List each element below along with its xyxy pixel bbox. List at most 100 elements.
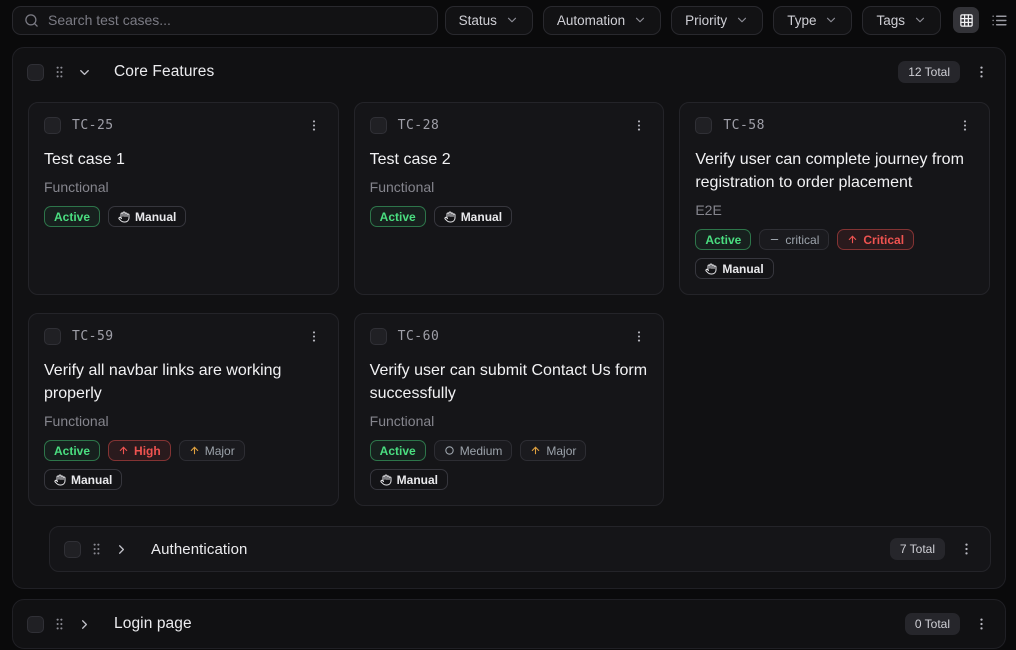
test-case-title: Verify user can complete journey from re… <box>695 148 974 194</box>
card-checkbox[interactable] <box>370 117 387 134</box>
section-menu-button[interactable] <box>972 62 991 82</box>
test-case-id: TC-25 <box>72 118 114 133</box>
total-count-badge: 7 Total <box>890 538 945 560</box>
automation-badge: Manual <box>695 258 773 279</box>
card-checkbox[interactable] <box>370 328 387 345</box>
expand-chevron-right-icon[interactable] <box>112 540 131 559</box>
section-core-features: Core Features 12 Total TC-25 Test case 1 <box>12 47 1006 589</box>
test-case-card[interactable]: TC-25 Test case 1 Functional Active <box>28 102 339 295</box>
severity-badge: Major <box>520 440 586 461</box>
status-badge: Active <box>370 440 426 461</box>
test-case-id: TC-58 <box>723 118 765 133</box>
automation-badge: Manual <box>370 469 448 490</box>
card-checkbox[interactable] <box>695 117 712 134</box>
filter-bar: Status Automation Priority Type Tags <box>445 6 941 35</box>
priority-badge: High <box>108 440 171 461</box>
card-menu-button[interactable] <box>305 116 323 135</box>
test-case-card[interactable]: TC-58 Verify user can complete journey f… <box>679 102 990 295</box>
test-case-type: Functional <box>370 413 649 429</box>
arrow-up-icon <box>530 445 541 456</box>
status-badge: Active <box>370 206 426 227</box>
type-filter-dropdown[interactable]: Type <box>773 6 852 35</box>
automation-badge: Manual <box>44 469 122 490</box>
chevron-down-icon <box>735 13 749 27</box>
chevron-down-icon <box>505 13 519 27</box>
card-menu-button[interactable] <box>630 327 648 346</box>
test-case-card[interactable]: TC-28 Test case 2 Functional Active <box>354 102 665 295</box>
status-badge: Active <box>695 229 751 250</box>
section-header-login-page: Login page 0 Total <box>13 600 1005 648</box>
test-case-title: Verify all navbar links are working prop… <box>44 359 323 405</box>
test-case-id: TC-28 <box>398 118 440 133</box>
automation-badge: Manual <box>108 206 186 227</box>
card-checkbox[interactable] <box>44 117 61 134</box>
test-case-type: Functional <box>44 413 323 429</box>
section-menu-button[interactable] <box>957 539 976 559</box>
priority-filter-label: Priority <box>685 13 727 28</box>
hand-icon <box>444 211 456 223</box>
test-case-title: Test case 1 <box>44 148 323 171</box>
card-menu-button[interactable] <box>956 116 974 135</box>
test-case-card[interactable]: TC-59 Verify all navbar links are workin… <box>28 313 339 506</box>
hand-icon <box>705 263 717 275</box>
card-menu-button[interactable] <box>305 327 323 346</box>
section-title: Core Features <box>114 63 214 81</box>
tag-badge: critical <box>759 229 829 250</box>
section-menu-button[interactable] <box>972 614 991 634</box>
grid-view-button[interactable] <box>953 7 979 33</box>
collapse-chevron-down-icon[interactable] <box>75 63 94 82</box>
status-badge: Active <box>44 206 100 227</box>
priority-badge: Critical <box>837 229 914 250</box>
chevron-down-icon <box>824 13 838 27</box>
search-box[interactable] <box>12 6 438 35</box>
automation-filter-dropdown[interactable]: Automation <box>543 6 661 35</box>
tags-filter-dropdown[interactable]: Tags <box>862 6 941 35</box>
test-case-type: E2E <box>695 202 974 218</box>
section-header-core-features: Core Features 12 Total <box>13 48 1005 96</box>
drag-handle-icon[interactable] <box>50 64 69 80</box>
hand-icon <box>380 474 392 486</box>
arrow-up-icon <box>118 445 129 456</box>
list-view-button[interactable] <box>986 7 1012 33</box>
drag-handle-icon[interactable] <box>87 541 106 557</box>
hand-icon <box>118 211 130 223</box>
subsection-authentication[interactable]: Authentication 7 Total <box>49 526 991 572</box>
status-filter-label: Status <box>459 13 497 28</box>
total-count-badge: 12 Total <box>898 61 960 83</box>
circle-icon <box>444 445 455 456</box>
section-checkbox[interactable] <box>27 616 44 633</box>
section-login-page: Login page 0 Total <box>12 599 1006 649</box>
arrow-up-icon <box>189 445 200 456</box>
chevron-down-icon <box>913 13 927 27</box>
priority-badge: Medium <box>434 440 513 461</box>
hand-icon <box>54 474 66 486</box>
section-checkbox[interactable] <box>27 64 44 81</box>
expand-chevron-right-icon[interactable] <box>75 615 94 634</box>
search-icon <box>24 13 39 28</box>
test-case-id: TC-59 <box>72 329 114 344</box>
card-menu-button[interactable] <box>630 116 648 135</box>
status-filter-dropdown[interactable]: Status <box>445 6 533 35</box>
card-checkbox[interactable] <box>44 328 61 345</box>
test-case-type: Functional <box>370 179 649 195</box>
section-title: Authentication <box>151 541 247 558</box>
board-content: Core Features 12 Total TC-25 Test case 1 <box>0 40 1016 649</box>
total-count-badge: 0 Total <box>905 613 960 635</box>
section-checkbox[interactable] <box>64 541 81 558</box>
test-case-card[interactable]: TC-60 Verify user can submit Contact Us … <box>354 313 665 506</box>
priority-filter-dropdown[interactable]: Priority <box>671 6 763 35</box>
tags-filter-label: Tags <box>876 13 905 28</box>
test-case-id: TC-60 <box>398 329 440 344</box>
cards-grid: TC-25 Test case 1 Functional Active <box>13 96 1005 524</box>
dash-icon <box>769 234 780 245</box>
chevron-down-icon <box>633 13 647 27</box>
automation-filter-label: Automation <box>557 13 625 28</box>
drag-handle-icon[interactable] <box>50 616 69 632</box>
search-input[interactable] <box>48 12 426 28</box>
view-toggle <box>953 7 1012 33</box>
test-case-title: Test case 2 <box>370 148 649 171</box>
severity-badge: Major <box>179 440 245 461</box>
arrow-up-icon <box>847 234 858 245</box>
automation-badge: Manual <box>434 206 512 227</box>
grid-icon <box>959 13 974 28</box>
